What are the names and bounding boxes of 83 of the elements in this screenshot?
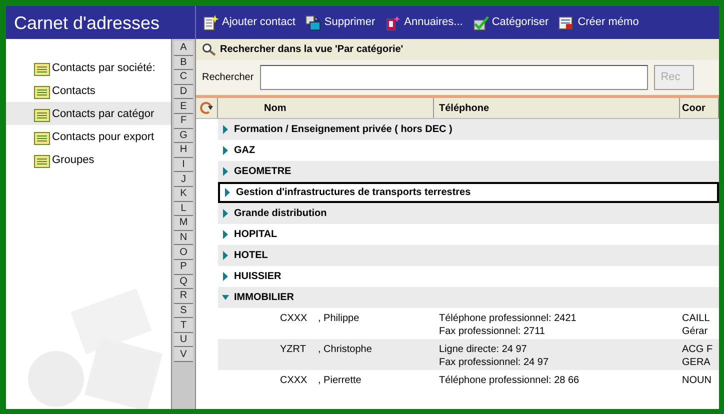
list-icon bbox=[34, 155, 50, 168]
memo-icon bbox=[558, 14, 575, 30]
letter-tab[interactable]: C bbox=[174, 70, 193, 85]
search-title: Rechercher dans la vue 'Par catégorie' bbox=[220, 43, 404, 57]
first-name: , Philippe bbox=[318, 312, 360, 326]
last-name: YZRT bbox=[280, 343, 307, 357]
delete-button[interactable]: Supprimer bbox=[304, 14, 376, 31]
last-name: CXXX bbox=[280, 374, 308, 388]
letter-tab[interactable]: M bbox=[174, 216, 193, 231]
letter-tab[interactable]: H bbox=[174, 143, 193, 158]
sidebar-item[interactable]: Contacts par catégor bbox=[6, 102, 171, 125]
letter-tab[interactable]: Q bbox=[174, 274, 193, 290]
search-label: Rechercher bbox=[202, 71, 254, 85]
list-icon bbox=[34, 86, 50, 99]
list-icon bbox=[34, 63, 50, 76]
details-text: CAILL bbox=[682, 312, 711, 325]
phone-text: Téléphone professionnel: 28 66 bbox=[439, 374, 580, 387]
caret-right-icon bbox=[224, 188, 231, 197]
caret-right-icon bbox=[222, 209, 229, 218]
group-row[interactable]: Formation / Enseignement privée ( hors DEC ) bbox=[218, 119, 719, 140]
letter-tab[interactable]: P bbox=[174, 260, 193, 274]
phone-text: Fax professionnel: 24 97 bbox=[439, 356, 550, 369]
checkmark-icon bbox=[472, 14, 489, 30]
letter-tab[interactable]: L bbox=[174, 202, 193, 216]
letter-tab[interactable]: O bbox=[174, 245, 193, 260]
search-field[interactable] bbox=[260, 65, 648, 90]
letter-tab[interactable]: N bbox=[174, 230, 193, 246]
details-text: Gérar bbox=[682, 325, 709, 338]
column-header[interactable]: Nom bbox=[264, 100, 286, 116]
group-row[interactable]: GAZ bbox=[218, 140, 719, 161]
page-icon bbox=[202, 14, 219, 30]
sidebar-item[interactable]: Contacts bbox=[6, 79, 171, 102]
letter-tab[interactable]: F bbox=[174, 114, 193, 129]
caret-right-icon bbox=[222, 125, 229, 134]
list-icon bbox=[34, 132, 50, 145]
column-header[interactable]: Téléphone bbox=[439, 100, 490, 116]
phone-text: Téléphone professionnel: 2421 bbox=[439, 312, 578, 325]
letter-tab[interactable]: J bbox=[174, 172, 193, 187]
letter-tab[interactable]: T bbox=[174, 318, 193, 333]
letter-tab[interactable]: E bbox=[174, 99, 193, 114]
group-row[interactable]: HOPITAL bbox=[218, 224, 719, 245]
search-icon bbox=[202, 43, 216, 56]
details-text: GERA bbox=[682, 356, 712, 369]
first-name: , Pierrette bbox=[318, 374, 362, 388]
letter-tab[interactable]: B bbox=[174, 56, 193, 70]
caret-right-icon bbox=[222, 230, 229, 239]
directories-button[interactable]: Annuaires... bbox=[384, 14, 463, 31]
letter-tab[interactable]: A bbox=[174, 41, 193, 56]
caret-right-icon bbox=[222, 251, 229, 260]
refresh-icon[interactable] bbox=[198, 101, 214, 115]
group-row[interactable]: HUISSIER bbox=[218, 266, 719, 287]
letter-tab[interactable]: U bbox=[174, 332, 193, 348]
letter-tab[interactable]: D bbox=[174, 84, 193, 100]
letter-tab[interactable]: V bbox=[174, 347, 193, 362]
letter-tab[interactable]: I bbox=[174, 158, 193, 172]
last-name: CXXX bbox=[280, 312, 308, 326]
add-contact-button[interactable]: Ajouter contact bbox=[202, 14, 296, 31]
create-memo-button[interactable]: Créer mémo bbox=[558, 14, 639, 31]
column-header[interactable]: Coor bbox=[682, 100, 706, 116]
sidebar-item[interactable]: Contacts pour export bbox=[6, 125, 171, 148]
caret-right-icon bbox=[222, 272, 229, 281]
phone-text: Ligne directe: 24 97 bbox=[439, 343, 528, 356]
details-text: ACG F bbox=[682, 343, 714, 356]
sidebar-item[interactable]: Contacts par société: bbox=[6, 56, 171, 79]
letter-tab[interactable]: K bbox=[174, 186, 193, 202]
caret-right-icon bbox=[222, 167, 229, 176]
sidebar-item[interactable]: Groupes bbox=[6, 148, 171, 171]
details-text: NOUN bbox=[682, 374, 712, 387]
group-row[interactable]: GEOMETRE bbox=[218, 161, 719, 182]
caret-down-icon bbox=[222, 293, 229, 302]
caret-right-icon bbox=[222, 146, 229, 155]
letter-tab[interactable]: G bbox=[174, 128, 193, 144]
list-icon bbox=[34, 109, 50, 122]
book-icon bbox=[384, 14, 402, 30]
letter-tab[interactable]: S bbox=[174, 304, 193, 318]
first-name: , Christophe bbox=[318, 343, 372, 357]
categorize-button[interactable]: Catégoriser bbox=[472, 14, 549, 31]
group-row[interactable]: HOTEL bbox=[218, 245, 719, 266]
group-row[interactable]: IMMOBILIER bbox=[218, 287, 719, 308]
group-row[interactable]: Grande distribution bbox=[218, 203, 719, 224]
letter-tab[interactable]: R bbox=[174, 289, 193, 304]
phone-text: Fax professionnel: 2711 bbox=[439, 325, 546, 338]
group-row[interactable]: Gestion d'infrastructures de transports terrestres bbox=[218, 182, 719, 203]
